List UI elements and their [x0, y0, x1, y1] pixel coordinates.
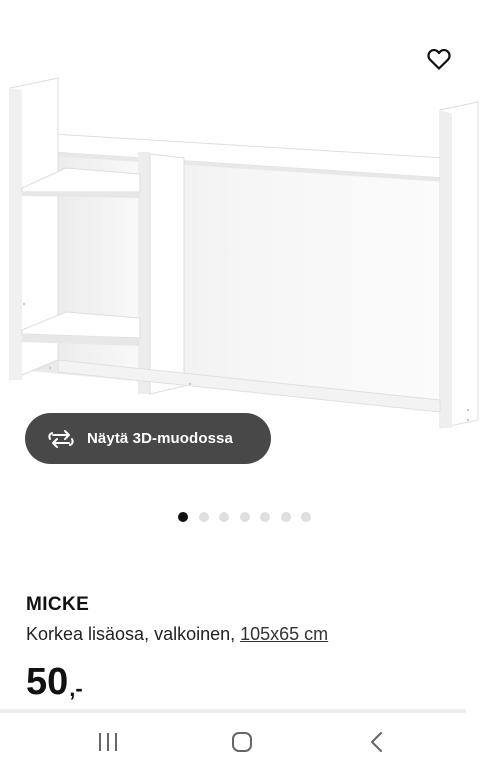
- image-carousel-indicator: [178, 512, 311, 522]
- favorite-button[interactable]: [422, 42, 456, 76]
- home-icon: [232, 732, 252, 752]
- product-dimensions-link[interactable]: 105x65 cm: [240, 624, 328, 644]
- product-price: 50 ,-: [26, 660, 83, 704]
- carousel-dot[interactable]: [280, 512, 291, 522]
- product-description: Korkea lisäosa, valkoinen, 105x65 cm: [26, 624, 328, 645]
- carousel-dot[interactable]: [219, 512, 229, 522]
- carousel-dot[interactable]: [178, 512, 188, 522]
- recent-apps-button[interactable]: [88, 727, 128, 757]
- product-page: Näytä 3D-muodossa MICKE Korkea lisäosa, …: [0, 0, 480, 773]
- heart-outline-icon: [427, 48, 451, 70]
- recent-apps-icon: [99, 733, 117, 751]
- product-image: [9, 77, 479, 429]
- view-3d-label: Näytä 3D-muodossa: [87, 430, 233, 447]
- back-button[interactable]: [357, 727, 397, 757]
- carousel-dot[interactable]: [239, 512, 250, 522]
- carousel-dot[interactable]: [260, 512, 270, 522]
- product-description-text: Korkea lisäosa, valkoinen,: [26, 624, 241, 644]
- product-name: MICKE: [26, 594, 90, 615]
- system-navigation-bar: [0, 713, 480, 773]
- back-icon: [371, 732, 382, 752]
- price-amount: 50: [26, 661, 69, 703]
- carousel-dot[interactable]: [198, 512, 209, 522]
- product-image-area[interactable]: Näytä 3D-muodossa: [0, 0, 480, 522]
- carousel-dot[interactable]: [301, 512, 311, 522]
- view-3d-button[interactable]: Näytä 3D-muodossa: [25, 413, 271, 464]
- rotate-3d-icon: [47, 428, 77, 450]
- price-suffix: ,-: [69, 676, 83, 701]
- home-button[interactable]: [222, 727, 262, 757]
